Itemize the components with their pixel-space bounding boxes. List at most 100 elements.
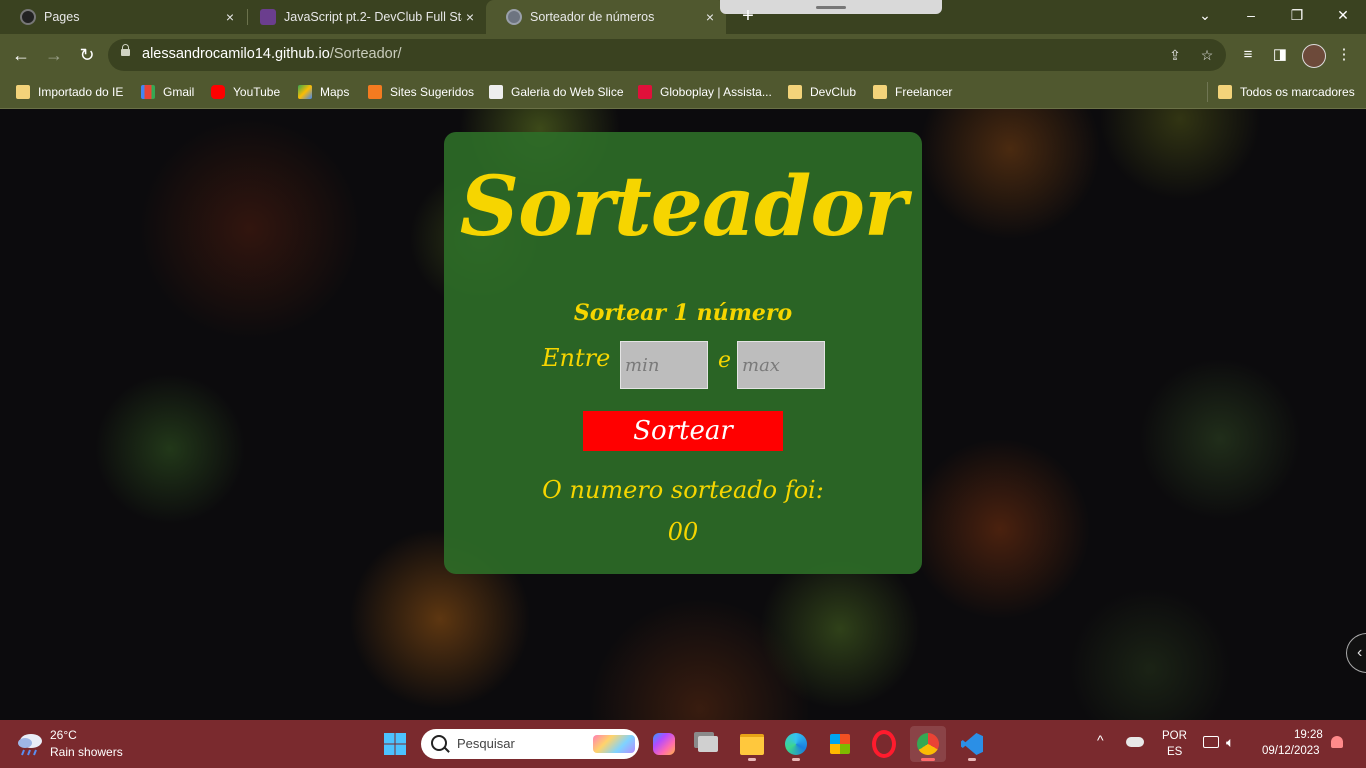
bookmark-label: Gmail (163, 85, 195, 99)
bookmark-label: Maps (320, 85, 350, 99)
vscode-button[interactable] (954, 726, 990, 762)
url-path: /Sorteador/ (329, 46, 402, 62)
close-tab-icon[interactable]: × (462, 9, 478, 25)
bookmark-label: Galeria do Web Slice (511, 85, 624, 99)
restore-button[interactable]: ❐ (1274, 0, 1320, 30)
weather-description[interactable]: Rain showers (50, 745, 123, 759)
store-button[interactable] (822, 726, 858, 762)
notification-bell-icon[interactable] (1331, 736, 1343, 748)
start-button[interactable] (377, 726, 413, 762)
tab-search-chevron-icon[interactable]: ⌄ (1182, 0, 1228, 30)
opera-icon (872, 730, 896, 758)
windows-taskbar: 26°C Rain showers Pesquisar ^ POR ES 🔈︎ … (0, 720, 1366, 768)
side-panel-toggle-chevron-icon[interactable]: ‹ (1346, 633, 1366, 673)
language-top[interactable]: POR (1162, 730, 1187, 742)
forward-button[interactable]: → (41, 42, 67, 68)
task-view-button[interactable] (690, 726, 726, 762)
bookmark-todos-marcadores[interactable]: Todos os marcadores (1218, 82, 1355, 102)
lock-icon[interactable] (121, 44, 130, 56)
bookmark-label: YouTube (233, 85, 281, 99)
close-window-button[interactable]: ✕ (1320, 0, 1366, 30)
reload-button[interactable]: ↻ (74, 42, 100, 68)
tab-strip: Pages × JavaScript pt.2- DevClub Full St… (0, 0, 1366, 34)
bookmark-label: Sites Sugeridos (390, 85, 475, 99)
page-content: Sorteador Sortear 1 número Entre e Sorte… (0, 109, 1366, 720)
bookmark-star-icon[interactable]: ☆ (1198, 46, 1216, 64)
weather-rain-icon[interactable] (16, 730, 44, 756)
menu-kebab-icon[interactable]: ⋮ (1334, 45, 1354, 65)
range-label: Entre (542, 344, 611, 372)
media-control-icon[interactable]: ≡ (1238, 45, 1258, 65)
close-tab-icon[interactable]: × (702, 9, 718, 25)
suggested-sites-icon (368, 85, 382, 99)
running-indicator (748, 758, 756, 761)
tab-sorteador[interactable]: Sorteador de números × (486, 0, 726, 34)
clock-date[interactable]: 09/12/2023 (1262, 745, 1320, 757)
address-bar[interactable]: alessandrocamilo14.github.io/Sorteador/ … (108, 39, 1226, 71)
edge-button[interactable] (778, 726, 814, 762)
min-input[interactable] (620, 341, 708, 389)
result-value: 00 (667, 518, 699, 546)
running-indicator (792, 758, 800, 761)
bookmark-freelancer[interactable]: Freelancer (873, 82, 952, 102)
new-tab-button[interactable]: + (738, 6, 758, 26)
clock-time[interactable]: 19:28 (1294, 729, 1323, 741)
running-indicator (968, 758, 976, 761)
bookmark-gmail[interactable]: Gmail (141, 82, 194, 102)
volume-icon[interactable]: 🔈︎ (1226, 734, 1234, 751)
store-icon (830, 734, 850, 754)
tray-overflow-caret-icon[interactable]: ^ (1097, 732, 1104, 748)
max-input[interactable] (737, 341, 825, 389)
close-tab-icon[interactable]: × (222, 9, 238, 25)
sortear-button[interactable]: Sortear (583, 411, 783, 451)
bookmark-youtube[interactable]: YouTube (211, 82, 280, 102)
page-title: Sorteador (459, 159, 908, 255)
profile-avatar[interactable] (1302, 44, 1326, 68)
side-panel-icon[interactable]: ◨ (1270, 45, 1290, 65)
web-slice-icon (489, 85, 503, 99)
bookmark-label: Todos os marcadores (1240, 85, 1355, 99)
share-icon[interactable]: ⇪ (1166, 46, 1184, 64)
weather-temperature[interactable]: 26°C (50, 728, 77, 742)
bookmarks-bar: Importado do IE Gmail YouTube Maps Sites… (0, 76, 1366, 109)
onedrive-cloud-icon[interactable] (1126, 737, 1144, 747)
result-label: O numero sorteado foi: (542, 476, 824, 504)
youtube-icon (211, 85, 225, 99)
opera-button[interactable] (866, 726, 902, 762)
folder-icon (1218, 85, 1232, 99)
bookmark-importado[interactable]: Importado do IE (16, 82, 123, 102)
bookmark-label: DevClub (810, 85, 857, 99)
bookmark-sites-sugeridos[interactable]: Sites Sugeridos (368, 82, 474, 102)
copilot-icon (653, 733, 675, 755)
tab-title: Sorteador de números (530, 10, 655, 24)
gmail-icon (141, 85, 155, 99)
bookmark-label: Globoplay | Assista... (660, 85, 772, 99)
devclub-icon (260, 9, 276, 25)
search-highlight-icon (593, 735, 635, 753)
windows-logo-icon (384, 733, 406, 755)
chrome-button[interactable] (910, 726, 946, 762)
bookmark-devclub[interactable]: DevClub (788, 82, 856, 102)
task-view-icon (698, 736, 718, 752)
bookmark-maps[interactable]: Maps (298, 82, 349, 102)
vscode-icon (961, 733, 983, 755)
url-text[interactable]: alessandrocamilo14.github.io/Sorteador/ (142, 46, 402, 62)
browser-toolbar: ← → ↻ alessandrocamilo14.github.io/Sorte… (0, 34, 1366, 76)
tab-javascript[interactable]: JavaScript pt.2- DevClub Full Stack × (240, 0, 486, 34)
tab-pages[interactable]: Pages × (0, 0, 246, 34)
back-button[interactable]: ← (8, 42, 34, 68)
network-icon[interactable] (1203, 736, 1219, 748)
copilot-button[interactable] (646, 726, 682, 762)
bookmark-globoplay[interactable]: Globoplay | Assista... (638, 82, 772, 102)
language-bottom[interactable]: ES (1167, 746, 1182, 758)
bookmark-web-slice[interactable]: Galeria do Web Slice (489, 82, 624, 102)
search-placeholder: Pesquisar (457, 736, 515, 751)
taskbar-search[interactable]: Pesquisar (421, 729, 639, 759)
chrome-icon (917, 733, 939, 755)
minimize-button[interactable]: – (1228, 0, 1274, 30)
and-label: e (718, 348, 732, 373)
sorteador-card: Sorteador Sortear 1 número Entre e Sorte… (444, 132, 922, 574)
folder-icon (873, 85, 887, 99)
file-explorer-button[interactable] (734, 726, 770, 762)
bookmarks-divider (1207, 82, 1208, 102)
